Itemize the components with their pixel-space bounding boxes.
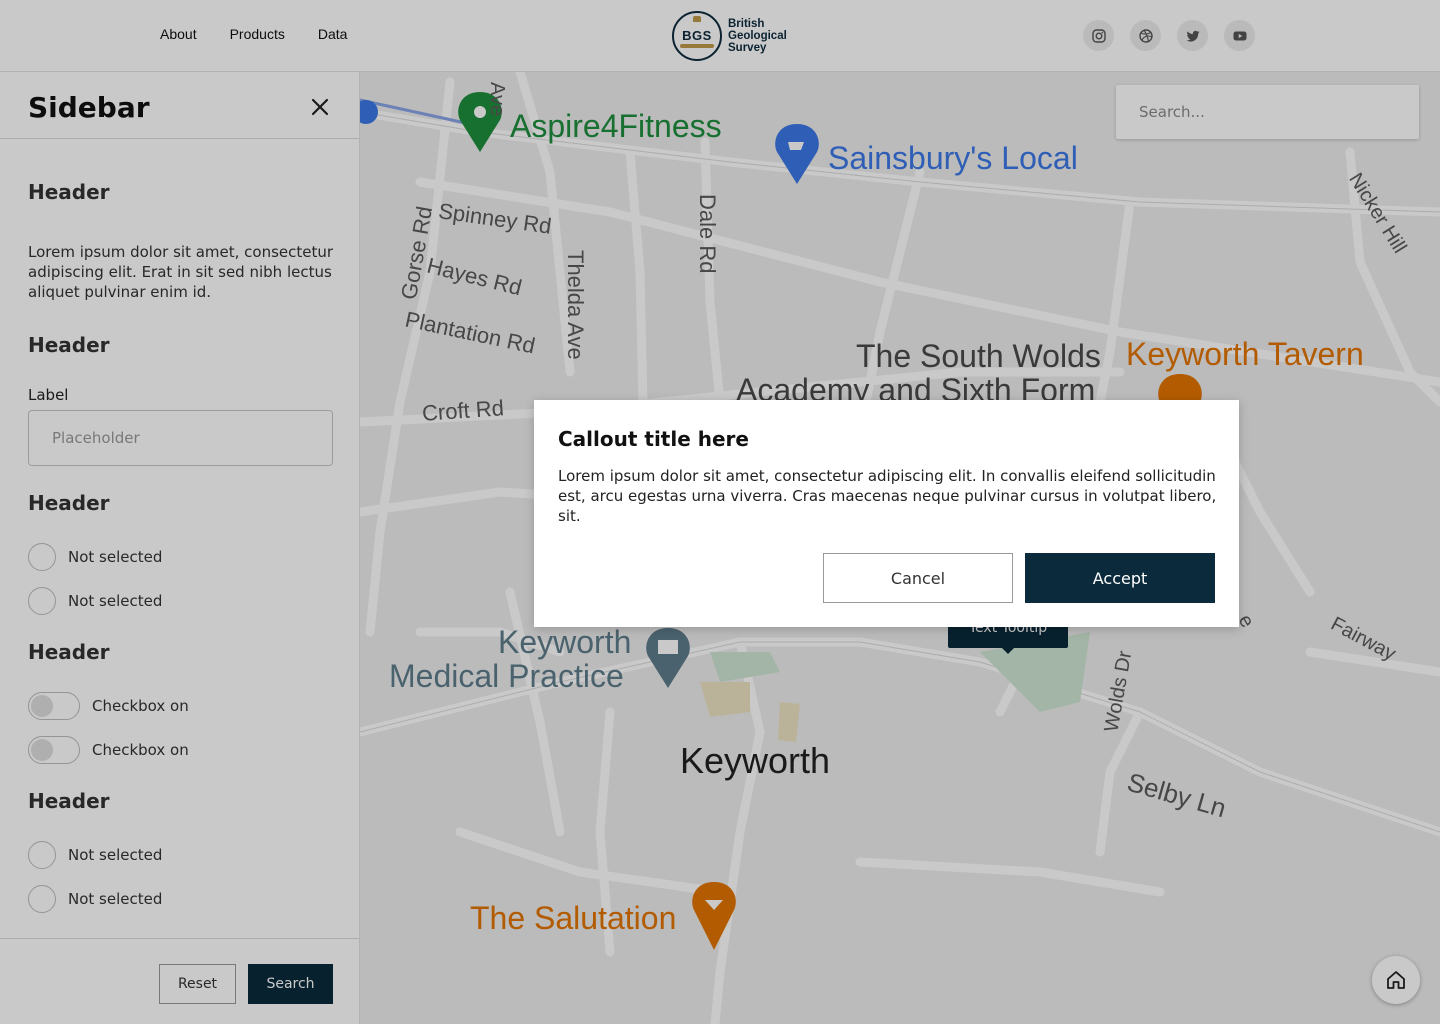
dialog-title: Callout title here (558, 427, 749, 451)
callout-dialog: Callout title here Lorem ipsum dolor sit… (534, 400, 1239, 627)
cancel-button[interactable]: Cancel (823, 553, 1013, 603)
dialog-body: Lorem ipsum dolor sit amet, consectetur … (558, 467, 1217, 525)
accept-button[interactable]: Accept (1025, 553, 1215, 603)
